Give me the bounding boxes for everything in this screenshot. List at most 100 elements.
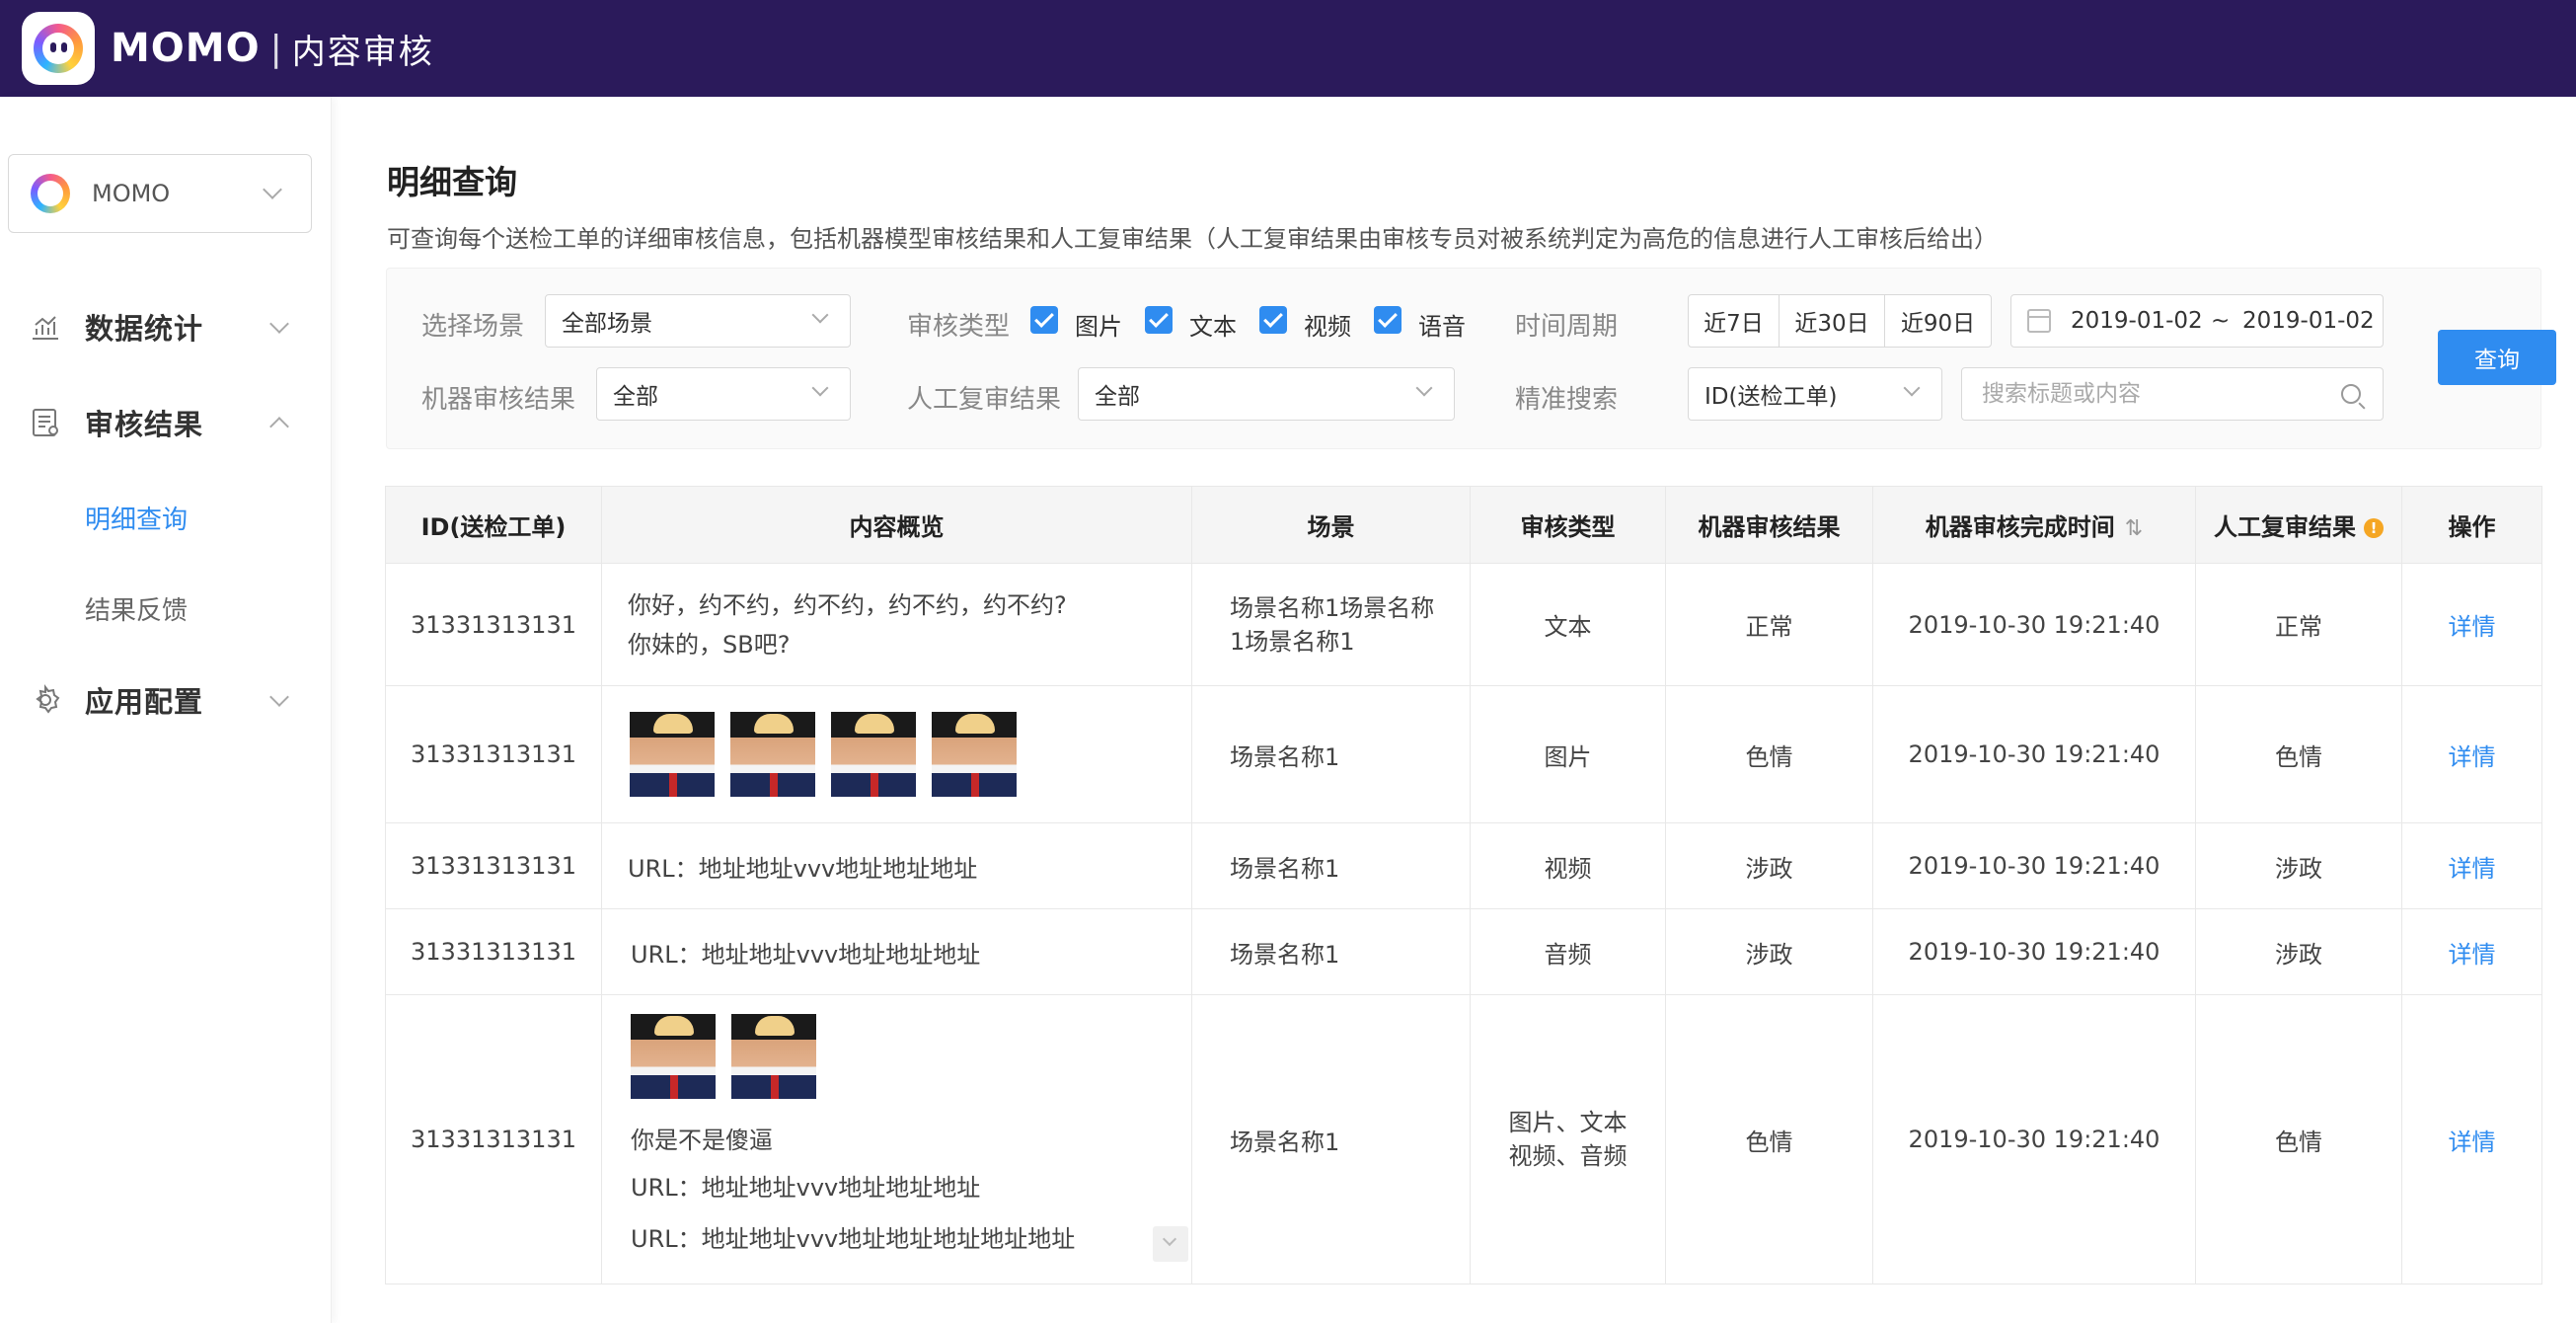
period-90d-button[interactable]: 近90日 [1885, 295, 1991, 347]
document-icon [33, 409, 58, 436]
table-row: 31331313131 你是不是傻逼 URL：地址地址vvv地址地址地址 URL… [385, 994, 2542, 1284]
cell-machine-result: 涉政 [1665, 822, 1873, 909]
nav-label-statistics: 数据统计 [85, 312, 204, 346]
date-start: 2019-01-02 [2071, 308, 2203, 334]
date-separator: ~ [2211, 308, 2231, 334]
results-table: ID(送检工单) 内容概览 场景 审核类型 机器审核结果 机器审核完成时间 ⇅ 人… [385, 486, 2542, 1284]
chevron-down-icon [1415, 379, 1433, 397]
cell-type: 文本 [1470, 563, 1666, 686]
warning-icon[interactable]: ! [2364, 518, 2384, 538]
column-header-type[interactable]: 审核类型 [1470, 486, 1666, 564]
scene-select[interactable]: 全部场景 [545, 294, 851, 348]
page-description: 可查询每个送检工单的详细审核信息，包括机器模型审核结果和人工复审结果（人工复审结… [387, 225, 1998, 253]
period-selector: 近7日 近30日 近90日 [1688, 294, 1992, 348]
cell-id: 31331313131 [385, 908, 602, 995]
cell-action: 详情 [2401, 994, 2542, 1284]
nav-item-statistics[interactable]: 数据统计 [0, 292, 332, 361]
chevron-down-icon [811, 306, 829, 324]
nav-item-app-config[interactable]: 应用配置 [0, 665, 332, 735]
machine-result-select[interactable]: 全部 [596, 367, 851, 421]
cell-id: 31331313131 [385, 822, 602, 909]
app-select[interactable]: MOMO [8, 154, 312, 233]
page-title: 明细查询 [387, 163, 517, 201]
type-line: 视频、音频 [1508, 1142, 1628, 1170]
manual-result-select[interactable]: 全部 [1078, 367, 1455, 421]
chevron-down-icon [263, 180, 282, 199]
content-image[interactable] [730, 712, 815, 797]
type-line: 图片、文本 [1508, 1109, 1628, 1136]
cell-type: 音频 [1470, 908, 1666, 995]
machine-result-label: 机器审核结果 [421, 385, 576, 415]
gear-icon [36, 684, 60, 714]
column-header-machine-time[interactable]: 机器审核完成时间 ⇅ [1872, 486, 2196, 564]
detail-link[interactable]: 详情 [2449, 941, 2496, 969]
precise-field-select[interactable]: ID(送检工单) [1688, 367, 1942, 421]
search-icon[interactable] [2341, 384, 2361, 404]
period-7d-button[interactable]: 近7日 [1689, 295, 1780, 347]
cell-machine-time: 2019-10-30 19:21:40 [1872, 685, 2196, 823]
detail-link[interactable]: 详情 [2449, 1128, 2496, 1156]
cell-id: 31331313131 [385, 563, 602, 686]
column-header-machine-result[interactable]: 机器审核结果 [1665, 486, 1873, 564]
brand-subtitle: 内容审核 [291, 32, 434, 72]
detail-link[interactable]: 详情 [2449, 613, 2496, 641]
cell-content [601, 685, 1192, 823]
scene-label: 选择场景 [421, 312, 525, 342]
column-header-action: 操作 [2401, 486, 2542, 564]
column-header-machine-time-label: 机器审核完成时间 [1925, 513, 2115, 541]
nav-label-results: 审核结果 [85, 408, 204, 441]
checkbox-text[interactable] [1145, 306, 1173, 334]
cell-machine-time: 2019-10-30 19:21:40 [1872, 908, 2196, 995]
brand-name: MOMO [111, 26, 261, 71]
checkbox-image-label: 图片 [1075, 313, 1122, 341]
content-image[interactable] [630, 712, 715, 797]
sidebar: MOMO 数据统计 审核结果 明细查询 结果反馈 应用配置 [0, 97, 332, 1323]
checkbox-video[interactable] [1259, 306, 1287, 334]
column-header-id[interactable]: ID(送检工单) [385, 486, 602, 564]
query-button[interactable]: 查询 [2438, 330, 2556, 385]
chevron-down-icon [269, 314, 289, 334]
cell-machine-time: 2019-10-30 19:21:40 [1872, 563, 2196, 686]
sidebar-item-detail-query[interactable]: 明细查询 [85, 500, 188, 536]
expand-button[interactable] [1153, 1226, 1188, 1262]
period-label: 时间周期 [1515, 312, 1619, 342]
content-image[interactable] [932, 712, 1017, 797]
column-header-scene[interactable]: 场景 [1191, 486, 1471, 564]
period-30d-button[interactable]: 近30日 [1780, 295, 1885, 347]
cell-scene: 场景名称1 [1191, 908, 1471, 995]
sort-icon[interactable]: ⇅ [2125, 516, 2143, 541]
column-header-content[interactable]: 内容概览 [601, 486, 1192, 564]
cell-id: 31331313131 [385, 994, 602, 1284]
calendar-icon [2027, 309, 2051, 333]
top-bar: MOMO | 内容审核 [0, 0, 2576, 97]
scene-select-value: 全部场景 [562, 311, 652, 337]
machine-result-value: 全部 [613, 384, 658, 410]
date-range-picker[interactable]: 2019-01-02 ~ 2019-01-02 [2010, 294, 2384, 348]
column-header-manual-result[interactable]: 人工复审结果! [2195, 486, 2402, 564]
column-header-manual-result-label: 人工复审结果 [2214, 513, 2356, 541]
content-image[interactable] [831, 712, 916, 797]
cell-machine-result: 正常 [1665, 563, 1873, 686]
cell-content: URL：地址地址vvv地址地址地址 [601, 822, 1192, 909]
cell-machine-result: 色情 [1665, 994, 1873, 1284]
sidebar-item-result-feedback[interactable]: 结果反馈 [85, 590, 188, 627]
content-image[interactable] [631, 1014, 716, 1099]
search-box [1961, 367, 2384, 421]
cell-manual-result: 色情 [2195, 685, 2402, 823]
nav-item-results[interactable]: 审核结果 [0, 388, 332, 457]
app-select-label: MOMO [92, 180, 171, 207]
checkbox-voice[interactable] [1374, 306, 1402, 334]
detail-link[interactable]: 详情 [2449, 743, 2496, 771]
content-line: URL：地址地址vvv地址地址地址地址地址 [631, 1225, 1076, 1253]
detail-link[interactable]: 详情 [2449, 855, 2496, 883]
cell-manual-result: 涉政 [2195, 908, 2402, 995]
search-input[interactable] [1982, 378, 2317, 410]
cell-content: URL：地址地址vvv地址地址地址 [601, 908, 1192, 995]
checkbox-image[interactable] [1030, 306, 1058, 334]
content-line: 你是不是傻逼 [631, 1127, 773, 1154]
content-line: 你好，约不约，约不约，约不约，约不约? [628, 590, 1067, 619]
momo-logo-icon[interactable] [22, 12, 95, 85]
table-row: 31331313131 URL：地址地址vvv地址地址地址 场景名称1 音频 涉… [385, 908, 2542, 995]
content-image[interactable] [731, 1014, 816, 1099]
manual-result-label: 人工复审结果 [907, 385, 1062, 415]
